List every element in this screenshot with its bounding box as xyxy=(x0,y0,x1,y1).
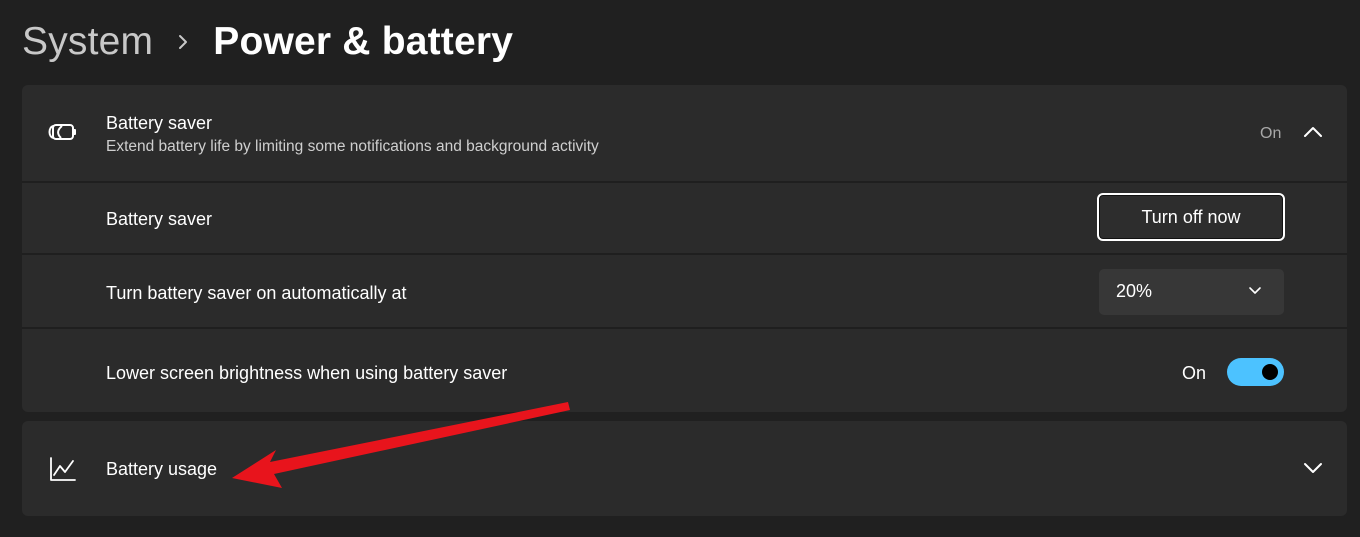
chevron-up-icon[interactable] xyxy=(1302,123,1324,141)
chevron-down-icon xyxy=(1248,284,1262,303)
settings-page: System Power & battery Battery saver Ext… xyxy=(0,0,1360,537)
battery-saver-header[interactable]: Battery saver Extend battery life by lim… xyxy=(22,85,1347,181)
toggle-state-label: On xyxy=(1182,363,1207,383)
battery-saver-card: Battery saver Extend battery life by lim… xyxy=(22,85,1347,412)
battery-threshold-dropdown[interactable]: 20% xyxy=(1099,269,1284,315)
battery-saver-description: Extend battery life by limiting some not… xyxy=(106,138,599,155)
turn-off-now-button[interactable]: Turn off now xyxy=(1097,193,1285,241)
battery-saver-title: Battery saver xyxy=(106,113,213,133)
page-title: Power & battery xyxy=(213,20,514,63)
battery-usage-card[interactable]: Battery usage xyxy=(22,421,1347,516)
lower-brightness-label: Lower screen brightness when using batte… xyxy=(106,363,508,383)
chevron-down-icon[interactable] xyxy=(1302,459,1324,477)
dropdown-selected-value: 20% xyxy=(1116,281,1153,301)
lower-brightness-toggle[interactable] xyxy=(1227,358,1284,386)
battery-saver-row-label: Battery saver xyxy=(106,209,213,229)
battery-saver-status: On xyxy=(1260,125,1282,142)
lower-brightness-row: Lower screen brightness when using batte… xyxy=(22,329,1347,412)
auto-battery-saver-label: Turn battery saver on automatically at xyxy=(106,283,407,303)
breadcrumb: System Power & battery xyxy=(22,16,513,68)
chevron-right-icon xyxy=(153,33,213,51)
line-chart-icon xyxy=(48,455,78,483)
battery-saver-icon xyxy=(46,120,80,146)
battery-usage-title: Battery usage xyxy=(106,459,218,479)
toggle-knob xyxy=(1262,364,1278,380)
breadcrumb-system-link[interactable]: System xyxy=(22,20,153,64)
